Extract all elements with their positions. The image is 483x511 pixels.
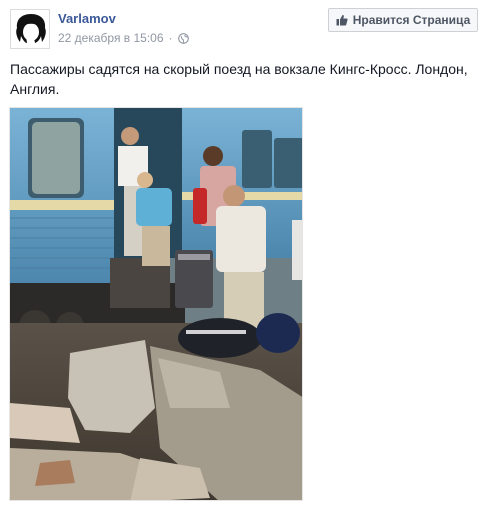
people-boarding-train-photo — [10, 108, 302, 500]
post-timestamp[interactable]: 22 декабря в 15:06 — [58, 31, 164, 45]
page-name-link[interactable]: Varlamov — [58, 11, 116, 26]
facebook-post: Varlamov 22 декабря в 15:06 · Нравится С… — [0, 0, 483, 511]
like-page-button[interactable]: Нравится Страница — [328, 8, 478, 32]
thumbs-up-icon — [336, 14, 348, 26]
page-avatar[interactable] — [10, 9, 50, 49]
like-button-label: Нравится Страница — [352, 13, 471, 27]
post-meta: 22 декабря в 15:06 · — [58, 31, 189, 45]
meta-separator: · — [168, 31, 173, 45]
globe-icon[interactable] — [177, 32, 189, 44]
post-caption: Пассажиры садятся на скорый поезд на вок… — [10, 61, 468, 97]
post-photo[interactable] — [9, 107, 303, 501]
